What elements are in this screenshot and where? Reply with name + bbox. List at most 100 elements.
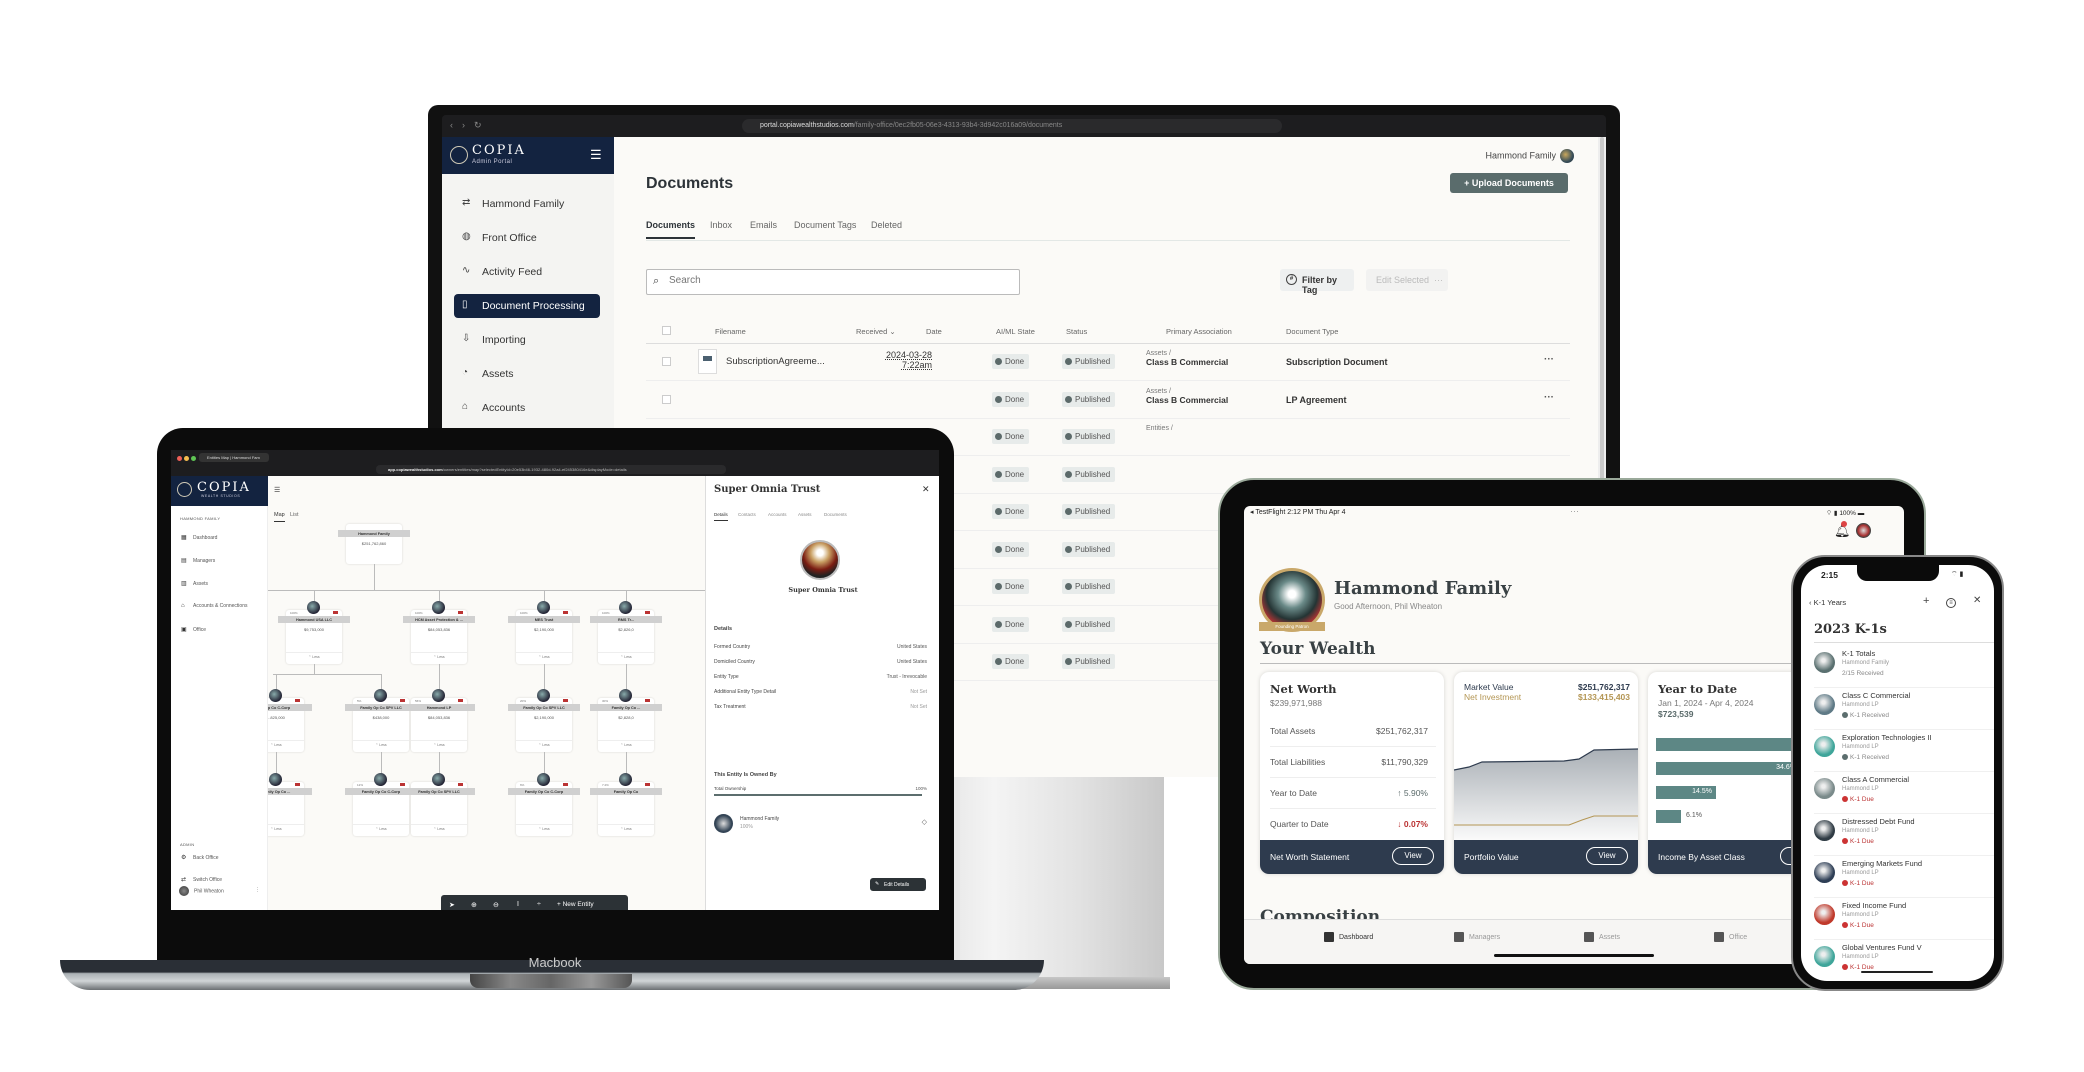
tab-details[interactable]: Details bbox=[714, 512, 728, 521]
entity-node[interactable]: 5% Family Op Co SPV LLC $438,000 ⌃ Less bbox=[345, 689, 417, 752]
k1-list-item[interactable]: Class C Commercial Hammond LP K-1 Received bbox=[1814, 688, 1994, 730]
zoom-out-icon[interactable]: ⊖ bbox=[493, 901, 499, 909]
k1-list-item[interactable]: Distressed Debt Fund Hammond LP K-1 Due bbox=[1814, 814, 1994, 856]
row-checkbox[interactable] bbox=[662, 357, 671, 366]
k1-list-item[interactable]: K-1 Totals Hammond Family 2/15 Received bbox=[1814, 646, 1994, 688]
new-entity-button[interactable]: + New Entity bbox=[557, 901, 594, 908]
tab-document-tags[interactable]: Document Tags bbox=[794, 220, 856, 230]
collapse-menu-icon[interactable]: ☰ bbox=[590, 147, 602, 163]
k1-list-item[interactable]: Fixed Income Fund Hammond LP K-1 Due bbox=[1814, 898, 1994, 940]
tab-dashboard[interactable]: Dashboard bbox=[1324, 932, 1373, 942]
entity-node[interactable]: 100% HCM Asset Protection & ... $84,053,83… bbox=[403, 601, 475, 664]
sidebar-item-activity-feed[interactable]: ∿ Activity Feed bbox=[454, 260, 600, 284]
k1-list-item[interactable]: Class A Commercial Hammond LP K-1 Due bbox=[1814, 772, 1994, 814]
entity-node[interactable]: ...Op Co C-Corp ...825,000 ⌃ Less bbox=[268, 689, 312, 752]
tab-managers[interactable]: Managers bbox=[1454, 932, 1500, 942]
tab-office[interactable]: Office bbox=[1714, 932, 1747, 942]
edit-selected-button[interactable]: Edit Selected ··· bbox=[1366, 269, 1448, 291]
filter-icon[interactable]: ≡ bbox=[1946, 598, 1956, 608]
entity-node[interactable]: 100% Hammond USA LLC $9,753,000 ⌃ Less bbox=[278, 601, 350, 664]
admin-item-back-office[interactable]: ⚙ Back Office bbox=[181, 854, 218, 861]
bell-icon[interactable]: 🔔︎ bbox=[1834, 521, 1851, 539]
close-icon[interactable]: ✕ bbox=[1973, 595, 1981, 606]
entity-node[interactable]: 100% RMS Tr... $2,826,0 ⌃ Less bbox=[590, 601, 662, 664]
browser-tab[interactable]: Entities Map | Hammond Fam bbox=[199, 453, 269, 462]
entity-node[interactable]: 12% Family Op Co C-Corp ⌃ Less bbox=[345, 773, 417, 836]
entity-node[interactable]: Family Op Co SPV LLC ⌃ Less bbox=[403, 773, 475, 836]
locate-icon[interactable]: ➤ bbox=[449, 901, 455, 909]
expand-vertical-icon[interactable]: I bbox=[517, 901, 519, 908]
tab-deleted[interactable]: Deleted bbox=[871, 220, 902, 230]
select-all-checkbox[interactable] bbox=[662, 326, 671, 335]
income-bar[interactable]: 6.1% bbox=[1656, 810, 1702, 823]
collapse-toggle[interactable]: ⌃ Less bbox=[268, 740, 304, 747]
tab-map[interactable]: Map bbox=[274, 512, 285, 522]
tab-contacts[interactable]: Contacts bbox=[738, 512, 756, 517]
column-header[interactable]: Status bbox=[1066, 327, 1087, 336]
entity-node[interactable]: 20% Family Op Co SPV LLC $2,190,000 ⌃ Less bbox=[508, 689, 580, 752]
search-input[interactable] bbox=[669, 275, 999, 286]
collapse-toggle[interactable]: ⌃ Less bbox=[598, 652, 654, 659]
sidebar-item-hammond-family[interactable]: ⇄ Hammond Family bbox=[454, 192, 600, 216]
tab-accounts[interactable]: Accounts bbox=[768, 512, 787, 517]
reload-icon[interactable]: ↻ bbox=[474, 120, 482, 131]
owner-name[interactable]: Hammond Family bbox=[740, 816, 779, 822]
collapse-toggle[interactable]: ⌃ Less bbox=[411, 652, 467, 659]
k1-list-item[interactable]: Exploration Technologies II Hammond LP K-1… bbox=[1814, 730, 1994, 772]
sidebar-item-dashboard[interactable]: ▦ Dashboard bbox=[181, 534, 217, 541]
column-header[interactable]: Filename bbox=[715, 327, 746, 336]
sidebar-item-accounts[interactable]: ⌂ Accounts bbox=[454, 396, 600, 420]
entity-node[interactable]: 30% Family Op Co ... $2,828,0 ⌃ Less bbox=[590, 689, 662, 752]
collapse-toggle[interactable]: ⌃ Less bbox=[411, 824, 467, 831]
column-header[interactable]: AI/ML State bbox=[996, 327, 1035, 336]
column-header[interactable]: Date bbox=[926, 327, 942, 336]
entity-node[interactable]: 100% MES Trust $2,190,000 ⌃ Less bbox=[508, 601, 580, 664]
collapse-vertical-icon[interactable]: ÷ bbox=[537, 901, 541, 908]
expand-menu-icon[interactable]: ☰ bbox=[274, 486, 280, 494]
zoom-in-icon[interactable]: ⊕ bbox=[471, 901, 477, 909]
tab-list[interactable]: List bbox=[290, 512, 299, 518]
collapse-toggle[interactable]: ⌃ Less bbox=[268, 824, 304, 831]
back-icon[interactable]: ‹ bbox=[450, 120, 453, 130]
entity-node[interactable]: 7.2% Family Op Co ⌃ Less bbox=[590, 773, 662, 836]
collapse-toggle[interactable]: ⌃ Less bbox=[286, 652, 342, 659]
root-entity-node[interactable]: Hammond Family $251,762,860 bbox=[338, 524, 410, 564]
minimize-window-icon[interactable] bbox=[184, 456, 189, 461]
user-menu[interactable]: Phil Wheaton ⋮ bbox=[179, 886, 260, 896]
income-bar[interactable]: 34.6% bbox=[1656, 762, 1800, 775]
tab-emails[interactable]: Emails bbox=[750, 220, 777, 230]
filename[interactable]: SubscriptionAgreeme... bbox=[726, 356, 825, 367]
maximize-window-icon[interactable] bbox=[191, 456, 196, 461]
sidebar-item-managers[interactable]: ▤ Managers bbox=[181, 557, 215, 564]
edit-details-button[interactable]: ✎ Edit Details bbox=[870, 878, 926, 891]
sidebar-item-accounts-connections[interactable]: ⌂ Accounts & Connections bbox=[181, 603, 247, 609]
sidebar-item-assets[interactable]: ◔ Assets bbox=[454, 362, 600, 386]
add-icon[interactable]: + bbox=[1923, 595, 1929, 607]
tab-inbox[interactable]: Inbox bbox=[710, 220, 732, 230]
multitask-dots-icon[interactable]: ··· bbox=[1570, 506, 1579, 516]
back-button[interactable]: ‹ K-1 Years bbox=[1809, 598, 1846, 607]
collapse-toggle[interactable]: ⌃ Less bbox=[353, 740, 409, 747]
tab-documents[interactable]: Documents bbox=[824, 512, 847, 517]
collapse-toggle[interactable]: ⌃ Less bbox=[411, 740, 467, 747]
primary-association[interactable]: Assets / Class B Commercial bbox=[1146, 350, 1228, 367]
table-row[interactable]: SubscriptionAgreeme... 2024-03-28 7:22am Do… bbox=[646, 344, 1570, 381]
income-bar[interactable]: 14.5% bbox=[1656, 786, 1716, 799]
more-options-icon[interactable]: ··· bbox=[1544, 392, 1554, 403]
close-window-icon[interactable] bbox=[177, 456, 182, 461]
account-menu[interactable]: Hammond Family bbox=[1485, 149, 1574, 163]
collapse-toggle[interactable]: ⌃ Less bbox=[598, 740, 654, 747]
entity-node[interactable]: Family Op Co ... ⌃ Less bbox=[268, 773, 312, 836]
close-icon[interactable]: ✕ bbox=[922, 484, 930, 495]
collapse-toggle[interactable]: ⌃ Less bbox=[516, 824, 572, 831]
sidebar-item-front-office[interactable]: ◍ Front Office bbox=[454, 226, 600, 250]
view-button[interactable]: View bbox=[1586, 847, 1628, 865]
upload-documents-button[interactable]: + Upload Documents bbox=[1450, 173, 1568, 193]
target-icon[interactable]: ◇ bbox=[922, 818, 927, 826]
row-checkbox[interactable] bbox=[662, 394, 671, 404]
k1-list-item[interactable]: Emerging Markets Fund Hammond LP K-1 Due bbox=[1814, 856, 1994, 898]
admin-item-switch-office[interactable]: ⇄ Switch Office bbox=[181, 876, 222, 883]
filter-by-tag-button[interactable]: # Filter by Tag bbox=[1280, 269, 1354, 295]
table-row[interactable]: Done Published Assets / Class B Commercial L… bbox=[646, 382, 1570, 419]
more-options-icon[interactable]: ··· bbox=[1544, 354, 1554, 365]
